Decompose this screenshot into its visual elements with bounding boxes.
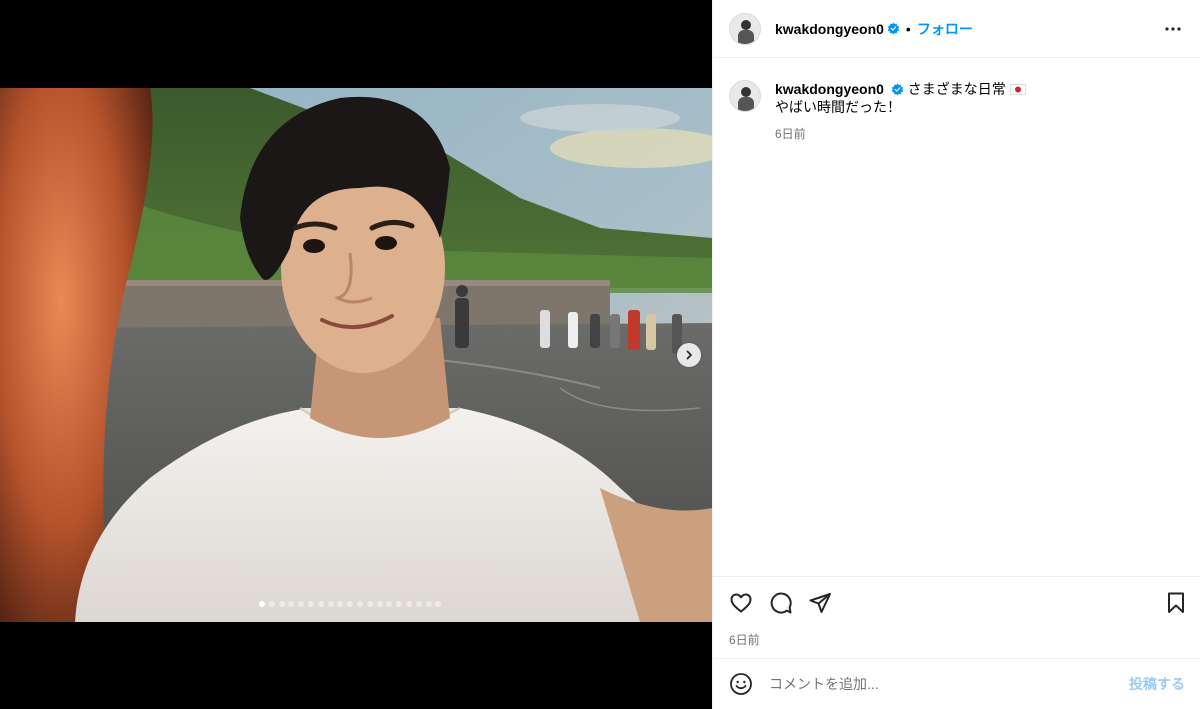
caption-avatar[interactable] <box>729 80 761 112</box>
verified-badge-icon <box>891 83 903 96</box>
post-caption: kwakdongyeon0 さまざまな日常 やばい時間だった！ 6日前 <box>729 80 1184 143</box>
emoji-icon[interactable] <box>729 672 753 696</box>
carousel-next-button[interactable] <box>677 343 701 367</box>
media-viewer <box>0 0 712 709</box>
carousel-dot <box>259 601 265 607</box>
caption-line-1: さまざまな日常 <box>907 81 1006 97</box>
carousel-dot <box>307 601 314 607</box>
carousel-dot <box>415 601 422 607</box>
header-username[interactable]: kwakdongyeon0 <box>775 21 884 37</box>
carousel-dot <box>327 601 334 607</box>
carousel-dot <box>405 601 412 607</box>
carousel-dot <box>376 601 383 607</box>
bookmark-icon[interactable] <box>1164 591 1188 615</box>
header-separator: • <box>905 20 911 37</box>
caption-text: kwakdongyeon0 さまざまな日常 やばい時間だった！ 6日前 <box>775 80 1026 143</box>
carousel-dot <box>356 601 363 607</box>
carousel-dot <box>317 601 324 607</box>
carousel-dots <box>259 601 442 607</box>
carousel-dot <box>386 601 393 607</box>
carousel-dot <box>425 601 432 607</box>
comment-input[interactable] <box>769 676 1099 692</box>
more-options-icon[interactable] <box>1164 20 1182 38</box>
post-comment-button[interactable]: 投稿する <box>1129 674 1185 694</box>
post-side-panel: kwakdongyeon0 • フォロー kwakdongyeon0 さまざまな… <box>712 0 1200 709</box>
carousel-dot <box>268 601 275 607</box>
carousel-dot <box>396 601 403 607</box>
post-photo[interactable] <box>0 88 712 622</box>
post-header: kwakdongyeon0 • フォロー <box>713 0 1200 58</box>
carousel-dot <box>366 601 373 607</box>
comment-icon[interactable] <box>769 591 793 615</box>
carousel-dot <box>288 601 295 607</box>
comment-bar: 投稿する <box>713 658 1200 709</box>
carousel-dot <box>347 601 354 607</box>
paper-plane-icon[interactable] <box>808 591 832 615</box>
caption-username[interactable]: kwakdongyeon0 <box>775 81 884 97</box>
chevron-right-icon <box>686 350 692 360</box>
post-actions: 6日前 <box>713 576 1200 658</box>
carousel-dot <box>278 601 285 607</box>
carousel-dot <box>435 601 442 607</box>
post-timestamp[interactable]: 6日前 <box>729 631 760 648</box>
caption-timestamp[interactable]: 6日前 <box>775 125 1026 143</box>
carousel-dot <box>337 601 344 607</box>
avatar[interactable] <box>729 12 761 45</box>
verified-badge-icon <box>887 22 899 35</box>
heart-icon[interactable] <box>729 591 753 615</box>
caption-line-2: やばい時間だった！ <box>775 99 901 115</box>
japan-flag-icon <box>1009 84 1026 95</box>
carousel-dot <box>298 601 305 607</box>
follow-button[interactable]: フォロー <box>917 19 973 39</box>
